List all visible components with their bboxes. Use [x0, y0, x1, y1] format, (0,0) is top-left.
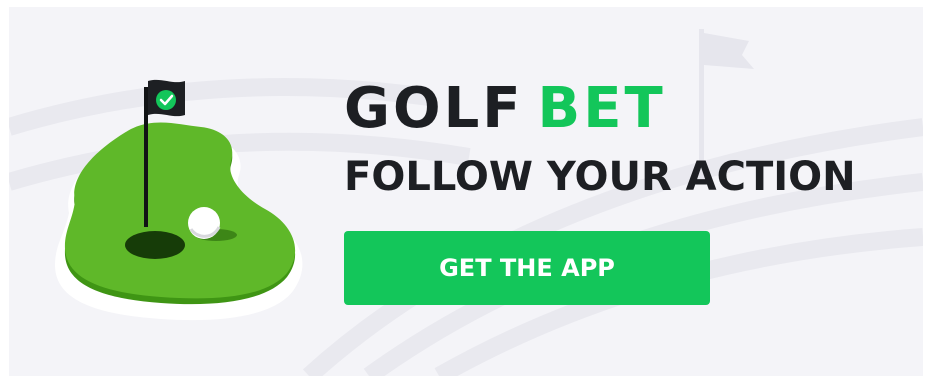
golf-flag-icon [148, 79, 185, 117]
get-the-app-button[interactable]: GET THE APP [344, 231, 710, 305]
check-icon [156, 90, 176, 110]
brand-logo-golf: GOLF [344, 76, 524, 141]
brand-logo-bet: BET [537, 76, 666, 141]
tagline: FOLLOW YOUR ACTION [344, 154, 856, 200]
flag-pole [144, 87, 148, 227]
golf-hole [125, 231, 185, 259]
golfbet-banner[interactable]: GOLF BET FOLLOW YOUR ACTION GET THE APP [9, 7, 923, 376]
golf-green-illustration [55, 79, 303, 321]
brand-logo: GOLF BET [344, 77, 666, 141]
golf-ball-icon [188, 207, 221, 239]
